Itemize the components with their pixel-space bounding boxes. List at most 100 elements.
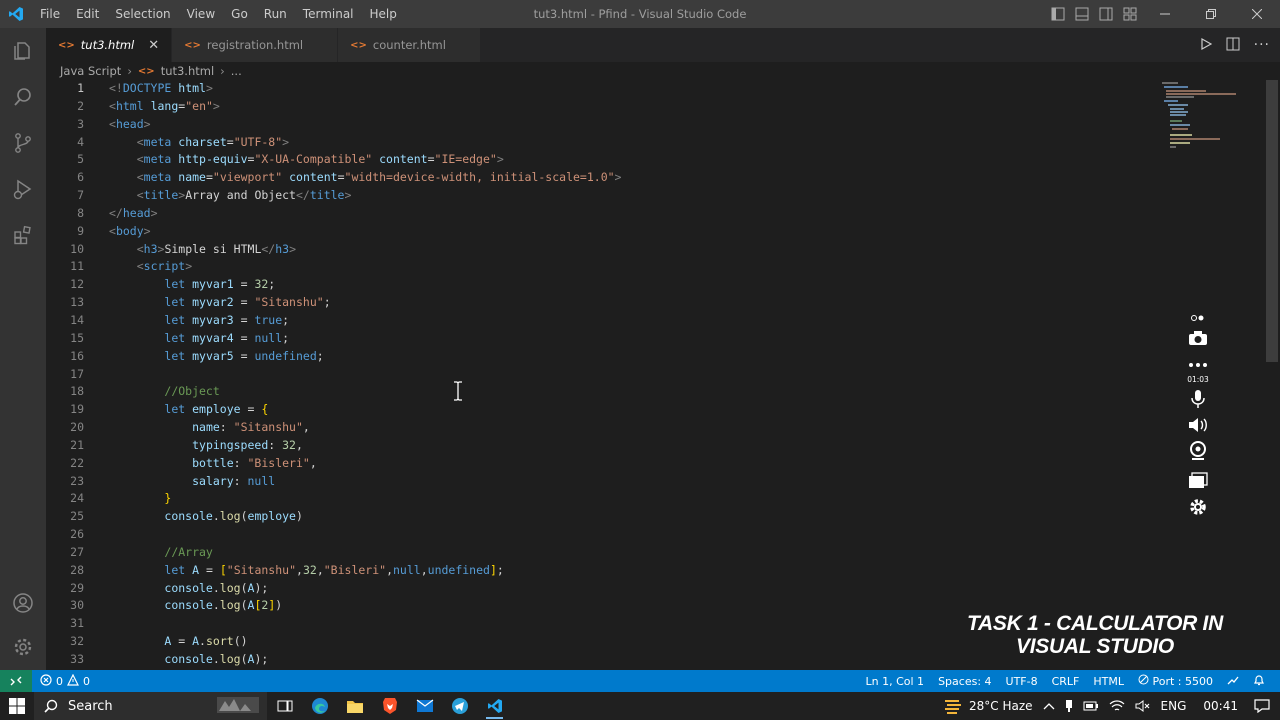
menu-view[interactable]: View xyxy=(179,0,223,28)
code-line[interactable]: 28 let A = ["Sitanshu",32,"Bisleri",null… xyxy=(46,562,1266,580)
restore-icon[interactable] xyxy=(1188,0,1234,28)
code-line[interactable]: 22 bottle: "Bisleri", xyxy=(46,455,1266,473)
input-language[interactable]: ENG xyxy=(1156,699,1192,713)
chevron-up-icon[interactable] xyxy=(1038,702,1060,710)
accounts-icon[interactable] xyxy=(0,580,46,626)
code-line[interactable]: 7 <title>Array and Object</title> xyxy=(46,187,1266,205)
menu-selection[interactable]: Selection xyxy=(107,0,178,28)
windows-start-icon[interactable] xyxy=(0,692,34,720)
code-line[interactable]: 23 salary: null xyxy=(46,473,1266,491)
extensions-icon[interactable] xyxy=(0,212,46,258)
wifi-icon[interactable] xyxy=(1104,700,1130,712)
code-line[interactable]: 29 console.log(A); xyxy=(46,580,1266,598)
indentation[interactable]: Spaces: 4 xyxy=(931,675,998,688)
volume-muted-icon[interactable] xyxy=(1130,700,1156,712)
menu-go[interactable]: Go xyxy=(223,0,256,28)
language-mode[interactable]: HTML xyxy=(1086,675,1131,688)
feedback-icon[interactable] xyxy=(1220,674,1246,689)
code-editor[interactable]: 1 <!DOCTYPE html> 2 <html lang="en"> 3 <head>… xyxy=(46,80,1266,670)
minimap[interactable] xyxy=(1162,80,1242,160)
toggle-panel-icon[interactable] xyxy=(1070,0,1094,28)
manage-gear-icon[interactable] xyxy=(0,624,46,670)
code-line[interactable]: 21 typingspeed: 32, xyxy=(46,437,1266,455)
breadcrumb-file[interactable]: tut3.html xyxy=(161,64,214,78)
close-tab-icon[interactable]: ✕ xyxy=(148,38,159,53)
edge-browser-icon[interactable] xyxy=(302,692,337,720)
tab-registration-html[interactable]: <> registration.html xyxy=(172,28,339,62)
menu-help[interactable]: Help xyxy=(362,0,405,28)
vscode-taskbar-icon[interactable] xyxy=(477,692,512,720)
file-explorer-icon[interactable] xyxy=(337,692,372,720)
code-line[interactable]: 24 } xyxy=(46,490,1266,508)
code-line[interactable]: 27 //Array xyxy=(46,544,1266,562)
mail-app-icon[interactable] xyxy=(407,692,442,720)
code-line[interactable]: 16 let myvar5 = undefined; xyxy=(46,348,1266,366)
code-line[interactable]: 17 xyxy=(46,366,1266,384)
code-line[interactable]: 14 let myvar3 = true; xyxy=(46,312,1266,330)
code-line[interactable]: 6 <meta name="viewport" content="width=d… xyxy=(46,169,1266,187)
code-line[interactable]: 9 <body> xyxy=(46,223,1266,241)
notifications-bell-icon[interactable] xyxy=(1246,674,1272,689)
camera-icon[interactable] xyxy=(1186,327,1210,349)
task-view-icon[interactable] xyxy=(267,692,302,720)
microphone-icon[interactable] xyxy=(1186,388,1210,410)
code-line[interactable]: 11 <script> xyxy=(46,258,1266,276)
encoding[interactable]: UTF-8 xyxy=(999,675,1045,688)
notification-center-icon[interactable] xyxy=(1250,699,1280,713)
remote-window-icon[interactable] xyxy=(0,670,32,692)
line-endings[interactable]: CRLF xyxy=(1045,675,1087,688)
menu-terminal[interactable]: Terminal xyxy=(295,0,362,28)
menu-edit[interactable]: Edit xyxy=(68,0,107,28)
code-line[interactable]: 19 let employe = { xyxy=(46,401,1266,419)
pen-icon[interactable] xyxy=(1186,312,1210,324)
search-icon[interactable] xyxy=(0,74,46,120)
toggle-primary-sidebar-icon[interactable] xyxy=(1046,0,1070,28)
scrollbar-thumb[interactable] xyxy=(1266,80,1278,362)
close-window-icon[interactable] xyxy=(1234,0,1280,28)
code-line[interactable]: 4 <meta charset="UTF-8"> xyxy=(46,134,1266,152)
split-editor-icon[interactable] xyxy=(1226,37,1240,54)
toggle-secondary-sidebar-icon[interactable] xyxy=(1094,0,1118,28)
clock[interactable]: 00:41 xyxy=(1191,699,1250,713)
brave-browser-icon[interactable] xyxy=(372,692,407,720)
cursor-position[interactable]: Ln 1, Col 1 xyxy=(859,675,932,688)
window-capture-icon[interactable] xyxy=(1186,470,1210,492)
taskbar-search[interactable]: Search xyxy=(34,692,267,720)
code-line[interactable]: 2 <html lang="en"> xyxy=(46,98,1266,116)
menu-run[interactable]: Run xyxy=(256,0,295,28)
code-line[interactable]: 10 <h3>Simple si HTML</h3> xyxy=(46,241,1266,259)
code-line[interactable]: 1 <!DOCTYPE html> xyxy=(46,80,1266,98)
customize-layout-icon[interactable] xyxy=(1118,0,1142,28)
code-line[interactable]: 18 //Object xyxy=(46,383,1266,401)
breadcrumb-more[interactable]: ... xyxy=(231,64,242,78)
settings-gear-icon[interactable] xyxy=(1186,496,1210,518)
source-control-icon[interactable] xyxy=(0,120,46,166)
code-line[interactable]: 12 let myvar1 = 32; xyxy=(46,276,1266,294)
speaker-icon[interactable] xyxy=(1186,414,1210,436)
battery-icon[interactable] xyxy=(1078,700,1104,712)
breadcrumb-folder[interactable]: Java Script xyxy=(60,64,121,78)
code-line[interactable]: 26 xyxy=(46,526,1266,544)
more-actions-icon[interactable]: ··· xyxy=(1254,37,1270,53)
tab-counter-html[interactable]: <> counter.html xyxy=(338,28,481,62)
more-options-icon[interactable] xyxy=(1186,354,1210,376)
live-server-port[interactable]: Port : 5500 xyxy=(1131,674,1220,688)
weather-widget[interactable]: 28°C Haze xyxy=(938,698,1038,714)
code-line[interactable]: 13 let myvar2 = "Sitanshu"; xyxy=(46,294,1266,312)
minimize-icon[interactable] xyxy=(1142,0,1188,28)
explorer-icon[interactable] xyxy=(0,28,46,74)
code-line[interactable]: 20 name: "Sitanshu", xyxy=(46,419,1266,437)
usb-device-icon[interactable] xyxy=(1060,699,1078,713)
code-line[interactable]: 3 <head> xyxy=(46,116,1266,134)
code-line[interactable]: 8 </head> xyxy=(46,205,1266,223)
code-line[interactable]: 25 console.log(employe) xyxy=(46,508,1266,526)
run-debug-icon[interactable] xyxy=(0,166,46,212)
telegram-icon[interactable] xyxy=(442,692,477,720)
code-line[interactable]: 5 <meta http-equiv = "X-UA-Compatible" con… xyxy=(46,151,1266,169)
run-play-icon[interactable] xyxy=(1200,37,1212,53)
menu-file[interactable]: File xyxy=(32,0,68,28)
webcam-icon[interactable] xyxy=(1186,440,1210,462)
tab-tut3-html[interactable]: <> tut3.html ✕ xyxy=(46,28,173,62)
problems-indicator[interactable]: 0 0 xyxy=(32,673,90,689)
code-line[interactable]: 15 let myvar4 = null; xyxy=(46,330,1266,348)
